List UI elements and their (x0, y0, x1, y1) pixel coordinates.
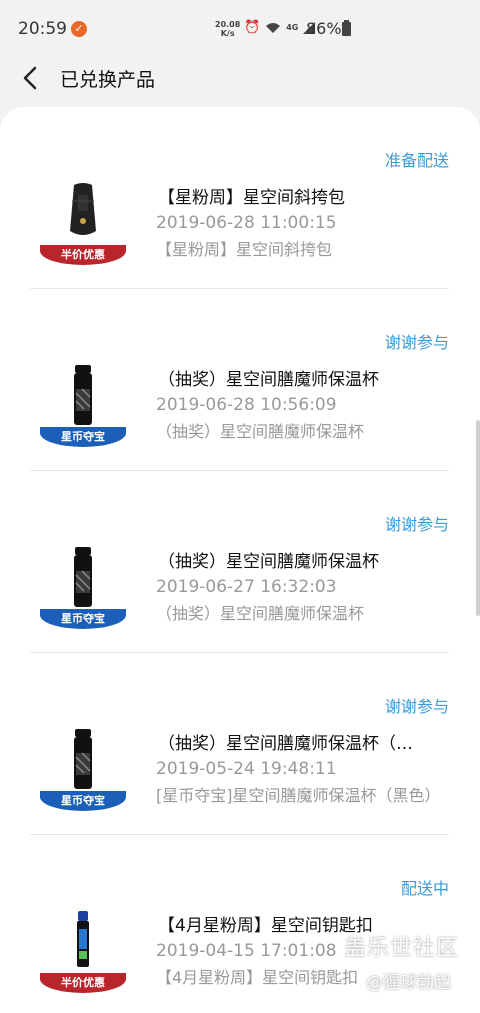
order-status: 谢谢参与 (384, 697, 449, 716)
order-time: 2019-05-24 19:48:11 (156, 759, 337, 779)
product-thumbnail: 半价优惠 (40, 907, 126, 997)
page-title: 已兑换产品 (60, 69, 156, 91)
thermos-product-image (74, 547, 92, 607)
order-time: 2019-04-15 17:01:08 (156, 941, 337, 961)
scrollbar[interactable] (476, 420, 480, 616)
promo-tag: 星币夺宝 (40, 791, 126, 811)
thermos-product-image (74, 729, 92, 789)
product-thumbnail: 半价优惠 (40, 179, 126, 269)
order-item[interactable]: 谢谢参与星币夺宝 （抽奖）星空间膳魔师保温杯 2019-06-27 16:32:03… (30, 471, 449, 653)
promo-tag: 星币夺宝 (40, 427, 126, 447)
wifi-icon (266, 22, 281, 33)
status-bar: 20:59 ✓ 20.08 K/s ⏰ 4G 86% (0, 0, 480, 58)
order-list-card: 准备配送半价优惠 【星粉周】星空间斜挎包 2019-06-28 11:00:15 【星… (0, 107, 480, 1013)
order-status: 配送中 (400, 879, 449, 898)
product-description: 【星粉周】星空间斜挎包 (156, 240, 333, 259)
alarm-icon: ⏰ (244, 20, 261, 35)
product-name: （抽奖）星空间膳魔师保温杯 (158, 552, 379, 572)
network-speed-unit: K/s (220, 29, 235, 38)
product-name: 【星粉周】星空间斜挎包 (158, 188, 345, 208)
thermos-product-image (74, 365, 92, 425)
promo-tag: 星币夺宝 (40, 609, 126, 629)
app-notification-icon: ✓ (71, 21, 87, 37)
product-description: （抽奖）星空间膳魔师保温杯 (156, 604, 365, 623)
product-thumbnail: 星币夺宝 (40, 725, 126, 815)
order-status: 准备配送 (384, 151, 449, 170)
order-time: 2019-06-27 16:32:03 (156, 577, 337, 597)
product-description: [星币夺宝]星空间膳魔师保温杯（黑色） (156, 786, 441, 805)
network-speed-value: 20.08 (215, 20, 241, 29)
order-item[interactable]: 谢谢参与星币夺宝 （抽奖）星空间膳魔师保温杯（… 2019-05-24 19:48:… (30, 653, 449, 835)
product-thumbnail: 星币夺宝 (40, 361, 126, 451)
status-icons: ⏰ 4G (244, 20, 316, 35)
watermark-author: @猩球勃起 (366, 973, 451, 993)
bag-product-image (70, 183, 96, 235)
product-thumbnail: 星币夺宝 (40, 543, 126, 633)
product-name: （抽奖）星空间膳魔师保温杯（… (158, 734, 413, 754)
network-speed: 20.08 K/s (215, 20, 240, 38)
order-item[interactable]: 准备配送半价优惠 【星粉周】星空间斜挎包 2019-06-28 11:00:15 【星… (30, 107, 449, 289)
watermark-title: 盖乐世社区 (344, 936, 460, 961)
keychain-product-image (77, 911, 89, 967)
order-status: 谢谢参与 (384, 515, 449, 534)
app-header: 已兑换产品 (0, 58, 480, 106)
promo-tag: 半价优惠 (40, 245, 126, 265)
order-time: 2019-06-28 10:56:09 (156, 395, 337, 415)
product-name: （抽奖）星空间膳魔师保温杯 (158, 370, 379, 390)
order-status: 谢谢参与 (384, 333, 449, 352)
battery-level: 86% (306, 19, 342, 38)
back-arrow-icon[interactable] (20, 65, 42, 91)
signal-type: 4G (286, 23, 299, 32)
product-description: （抽奖）星空间膳魔师保温杯 (156, 422, 365, 441)
order-item[interactable]: 谢谢参与星币夺宝 （抽奖）星空间膳魔师保温杯 2019-06-28 10:56:09… (30, 289, 449, 471)
status-time: 20:59 (18, 19, 67, 39)
battery-icon (342, 20, 351, 36)
promo-tag: 半价优惠 (40, 973, 126, 993)
order-time: 2019-06-28 11:00:15 (156, 213, 337, 233)
